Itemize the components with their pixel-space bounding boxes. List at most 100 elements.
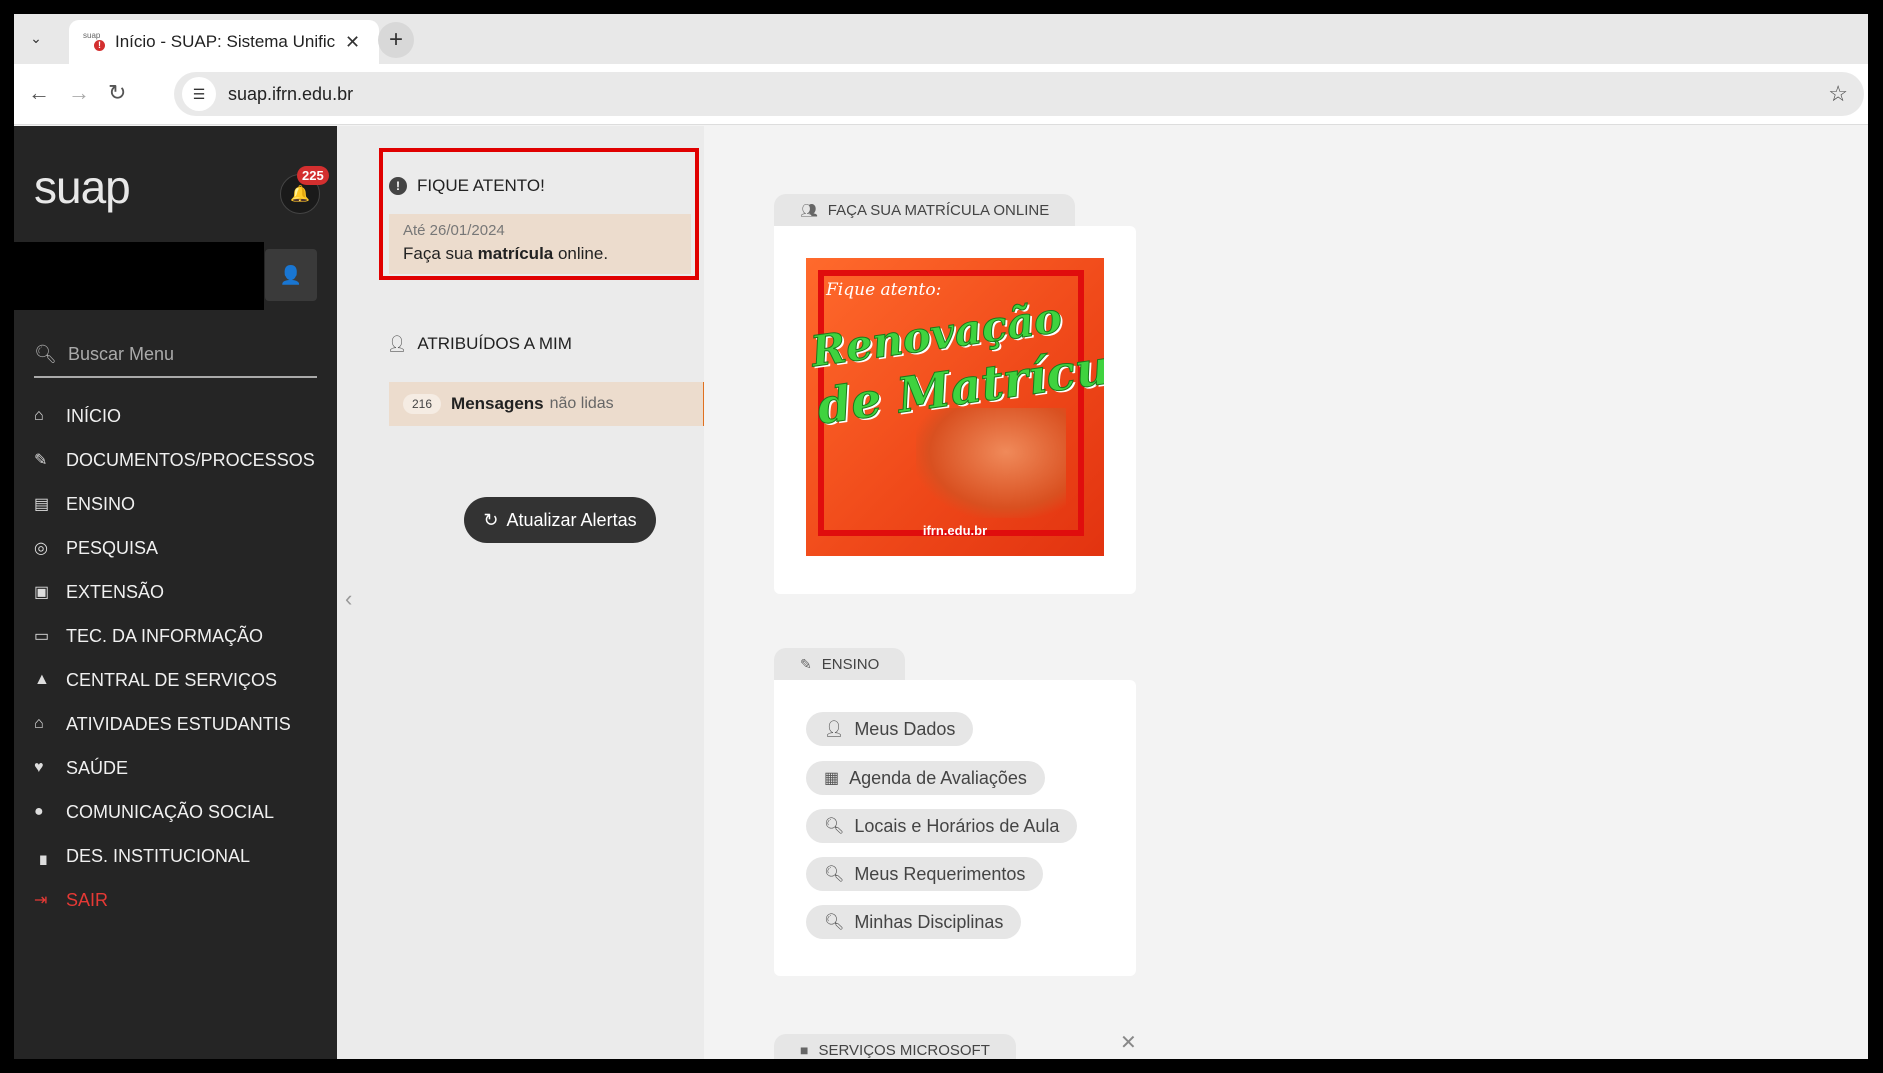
sidebar-item-pesquisa[interactable]: ◎ PESQUISA xyxy=(34,526,324,570)
menu-search-input[interactable] xyxy=(66,342,310,366)
search-icon: 🔍︎ xyxy=(824,818,845,835)
fique-atento-alert: ! FIQUE ATENTO! Até 26/01/2024 Faça sua … xyxy=(379,148,699,280)
favicon-text: suap xyxy=(83,31,101,40)
meus-requerimentos-button[interactable]: 🔍︎ Meus Requerimentos xyxy=(806,857,1044,891)
sidebar-item-tec-informacao[interactable]: ▭ TEC. DA INFORMAÇÃO xyxy=(34,614,324,658)
exclamation-circle-icon: ! xyxy=(389,177,407,195)
message-text-pre: Faça sua xyxy=(403,244,478,263)
chart-icon: ▗ xyxy=(34,848,47,865)
sign-out-icon: ⇥ xyxy=(34,892,48,909)
favicon-alert-badge: ! xyxy=(94,40,105,51)
suap-favicon-icon: suap ! xyxy=(83,31,105,53)
sidebar-item-ensino[interactable]: ▤ ENSINO xyxy=(34,482,324,526)
main-content: 👥︎ FAÇA SUA MATRÍCULA ONLINE Fique atent… xyxy=(704,126,1868,1059)
ensino-box-title: ENSINO xyxy=(821,655,880,673)
ensino-box: 👤︎ Meus Dados ▦ Agenda de Avaliações 🔍︎ … xyxy=(774,680,1136,976)
banner-site: ifrn.edu.br xyxy=(922,523,988,538)
sidebar-item-label: ATIVIDADES ESTUDANTIS xyxy=(66,713,291,734)
close-icon[interactable]: ✕ xyxy=(1120,1030,1137,1055)
unread-messages-label: Mensagens xyxy=(451,394,544,413)
fique-atento-message: Faça sua matrícula online. xyxy=(403,244,608,264)
matricula-box-header: 👥︎ FAÇA SUA MATRÍCULA ONLINE xyxy=(774,194,1076,226)
button-label: Locais e Horários de Aula xyxy=(854,815,1060,836)
user-info-redacted xyxy=(14,242,264,310)
menu-search: 🔍︎ xyxy=(34,332,317,378)
browser-tab[interactable]: suap ! Início - SUAP: Sistema Unificado … xyxy=(69,20,379,64)
matricula-box: Fique atento: Renovação de Matrícula ifr… xyxy=(774,226,1136,594)
user-icon: 👤︎ xyxy=(824,721,845,738)
windows-icon: ■ xyxy=(800,1042,809,1058)
omnibox[interactable]: ☰ suap.ifrn.edu.br ☆ xyxy=(174,72,1864,116)
sidebar-item-sair[interactable]: ⇥ SAIR xyxy=(34,878,324,922)
globe-icon: ◎ xyxy=(34,540,48,557)
bookmark-star-icon[interactable]: ☆ xyxy=(1828,81,1848,107)
user-icon: 👤︎ xyxy=(387,336,408,353)
atribuidos-title: ATRIBUÍDOS A MIM xyxy=(417,334,572,353)
new-tab-button[interactable]: + xyxy=(378,22,414,58)
sidebar-item-atividades-estudantis[interactable]: ⌂ ATIVIDADES ESTUDANTIS xyxy=(34,702,324,746)
pencil-icon: ✎ xyxy=(800,655,812,672)
refresh-alerts-button[interactable]: ↻ Atualizar Alertas xyxy=(464,497,656,543)
agenda-avaliacoes-button[interactable]: ▦ Agenda de Avaliações xyxy=(806,761,1045,795)
laptop-icon: ▭ xyxy=(34,628,50,645)
reload-icon[interactable]: ↻ xyxy=(108,80,126,106)
notification-count-badge: 225 xyxy=(297,166,329,185)
heartbeat-icon: ♥ xyxy=(34,759,44,776)
unread-messages-item[interactable]: 216 Mensagens não lidas xyxy=(389,382,706,426)
tab-search-chevron-icon[interactable]: ⌄ xyxy=(24,26,48,50)
unread-count-badge: 216 xyxy=(403,394,442,414)
sidebar-item-saude[interactable]: ♥ SAÚDE xyxy=(34,746,324,790)
address-bar-row: ← → ↻ ☰ suap.ifrn.edu.br ☆ xyxy=(14,64,1868,125)
graduation-cap-icon: ⌂ xyxy=(34,715,44,732)
sidebar-item-label: TEC. DA INFORMAÇÃO xyxy=(66,625,264,646)
refresh-icon: ↻ xyxy=(483,509,499,530)
sidebar-item-label: SAIR xyxy=(66,889,109,910)
document-icon: ✎ xyxy=(34,452,48,469)
user-profile-icon[interactable]: 👤 xyxy=(265,249,317,301)
matricula-box-title: FAÇA SUA MATRÍCULA ONLINE xyxy=(827,201,1050,219)
teach-icon: ▤ xyxy=(34,496,50,513)
renovacao-matricula-banner[interactable]: Fique atento: Renovação de Matrícula ifr… xyxy=(806,258,1104,556)
back-arrow-icon[interactable]: ← xyxy=(28,80,50,106)
bell-service-icon: ▲ xyxy=(34,671,50,688)
sidebar-item-extensao[interactable]: ▣ EXTENSÃO xyxy=(34,570,324,614)
collapse-sidebar-chevron-icon[interactable]: ‹ xyxy=(345,586,352,612)
atribuidos-header: 👤︎ ATRIBUÍDOS A MIM xyxy=(387,334,572,354)
tab-title: Início - SUAP: Sistema Unificado xyxy=(115,32,335,51)
sidebar-item-inicio[interactable]: ⌂ INÍCIO xyxy=(34,394,324,438)
message-text-post: online. xyxy=(553,244,609,263)
sidebar: suap 🔔 225 👤 🔍︎ ⌂INÍCIO ✎DOCUMENTOS/PROC… xyxy=(14,126,337,1059)
comment-icon: ● xyxy=(34,803,44,820)
url-text[interactable]: suap.ifrn.edu.br xyxy=(228,84,353,105)
minhas-disciplinas-button[interactable]: 🔍︎ Minhas Disciplinas xyxy=(806,905,1022,939)
banner-line1: Fique atento: xyxy=(826,280,942,300)
search-icon: 🔍︎ xyxy=(34,343,57,364)
button-label: Minhas Disciplinas xyxy=(854,911,1004,932)
locais-horarios-button[interactable]: 🔍︎ Locais e Horários de Aula xyxy=(806,809,1078,843)
sidebar-item-label: SAÚDE xyxy=(66,757,129,778)
tab-close-icon[interactable]: ✕ xyxy=(345,32,360,53)
home-icon: ⌂ xyxy=(34,407,44,424)
sidebar-item-label: CENTRAL DE SERVIÇOS xyxy=(66,669,278,690)
sidebar-item-label: PESQUISA xyxy=(66,537,159,558)
message-text-bold: matrícula xyxy=(477,244,554,263)
sidebar-item-label: ENSINO xyxy=(66,493,136,514)
fique-atento-title: FIQUE ATENTO! xyxy=(417,176,545,195)
screen: ⌄ suap ! Início - SUAP: Sistema Unificad… xyxy=(14,14,1868,1059)
sidebar-item-comunicacao-social[interactable]: ● COMUNICAÇÃO SOCIAL xyxy=(34,790,324,834)
microsoft-box-header: ■ SERVIÇOS MICROSOFT xyxy=(774,1034,1016,1059)
fique-atento-body[interactable]: Até 26/01/2024 Faça sua matrícula online… xyxy=(389,214,691,274)
fique-atento-date: Até 26/01/2024 xyxy=(403,222,505,239)
sidebar-item-label: DOCUMENTOS/PROCESSOS xyxy=(66,449,315,470)
suap-logo[interactable]: suap xyxy=(34,160,131,214)
sidebar-item-documentos[interactable]: ✎ DOCUMENTOS/PROCESSOS xyxy=(34,438,324,482)
sidebar-item-label: EXTENSÃO xyxy=(66,581,165,602)
sidebar-item-central-servicos[interactable]: ▲ CENTRAL DE SERVIÇOS xyxy=(34,658,324,702)
meus-dados-button[interactable]: 👤︎ Meus Dados xyxy=(806,712,974,746)
forward-arrow-icon[interactable]: → xyxy=(68,80,90,106)
briefcase-icon: ▣ xyxy=(34,584,50,601)
browser-tab-bar: ⌄ suap ! Início - SUAP: Sistema Unificad… xyxy=(14,14,1868,64)
site-info-icon[interactable]: ☰ xyxy=(182,77,216,111)
sidebar-item-des-institucional[interactable]: ▗ DES. INSTITUCIONAL xyxy=(34,834,324,878)
search-icon: 🔍︎ xyxy=(824,866,845,883)
